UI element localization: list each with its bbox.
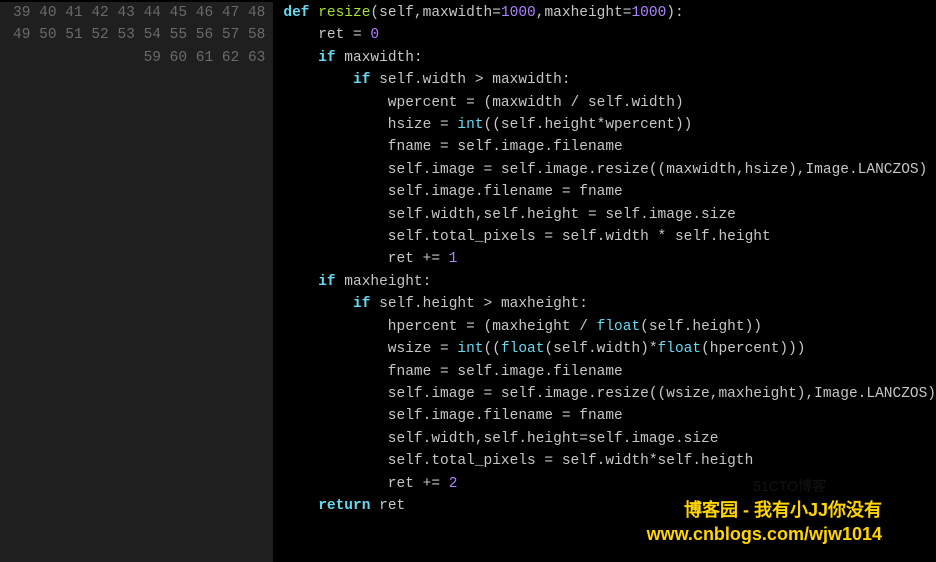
code-content: def resize(self,maxwidth=1000,maxheight=… — [273, 2, 936, 562]
line-number-gutter: 39 40 41 42 43 44 45 46 47 48 49 50 51 5… — [0, 2, 273, 562]
watermark-url: www.cnblogs.com/wjw1014 — [647, 523, 882, 545]
watermark-text: 博客园 - 我有小JJ你没有 — [684, 499, 882, 521]
code-editor: 39 40 41 42 43 44 45 46 47 48 49 50 51 5… — [0, 0, 936, 562]
